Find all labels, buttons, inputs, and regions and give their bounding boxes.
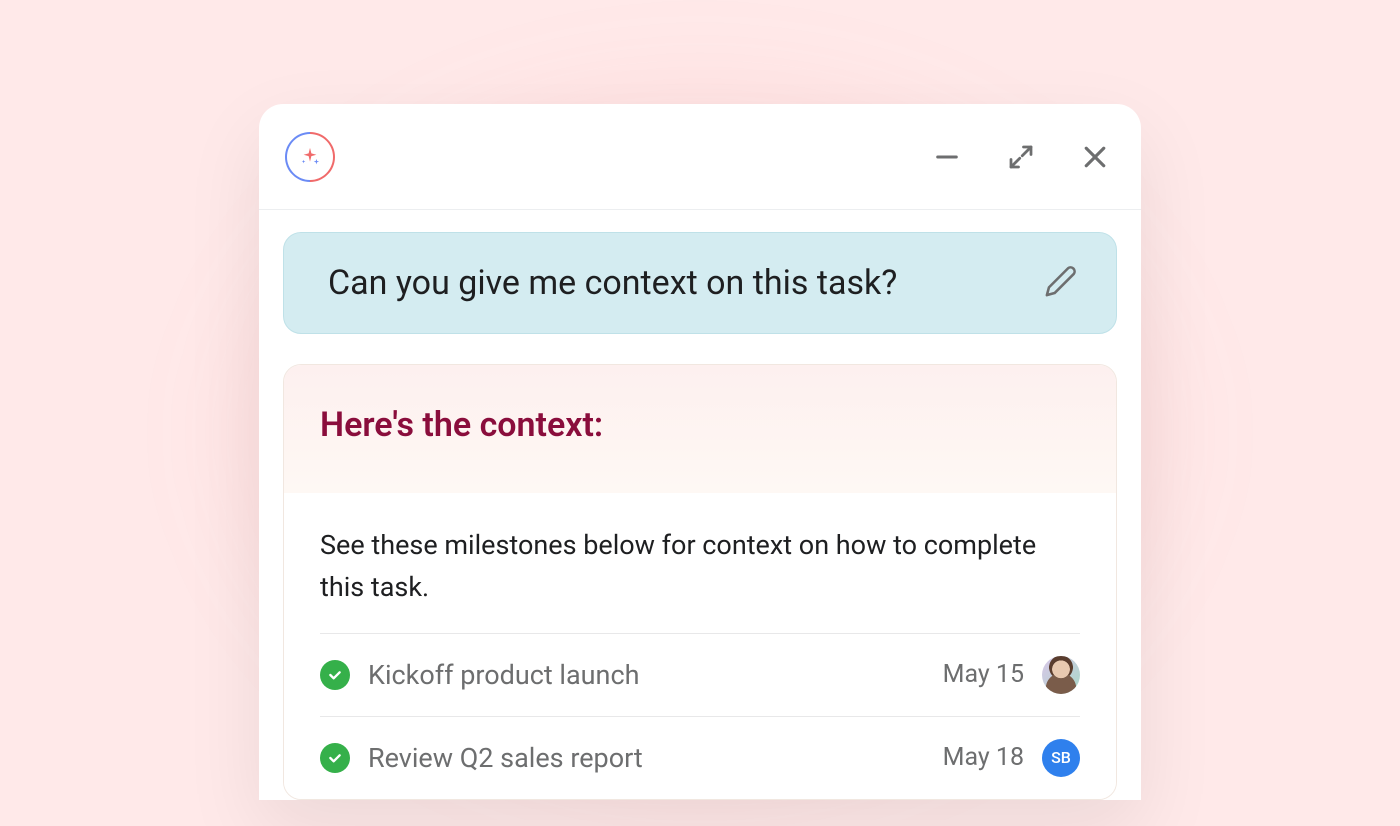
ai-response-card: Here's the context: See these milestones… (283, 364, 1117, 800)
user-query-box: Can you give me context on this task? (283, 232, 1117, 334)
minimize-button[interactable] (931, 141, 963, 173)
minimize-icon (933, 143, 961, 171)
response-title: Here's the context: (320, 405, 1080, 445)
assignee-avatar[interactable]: SB (1042, 739, 1080, 777)
check-complete-icon (320, 743, 350, 773)
window-controls (931, 141, 1111, 173)
assignee-avatar[interactable] (1042, 656, 1080, 694)
pencil-icon (1044, 264, 1078, 298)
milestone-title: Kickoff product launch (368, 659, 925, 691)
sparkle-icon (299, 146, 321, 168)
close-button[interactable] (1079, 141, 1111, 173)
milestone-row[interactable]: Kickoff product launch May 15 (320, 633, 1080, 716)
milestone-date: May 15 (943, 660, 1024, 689)
expand-icon (1006, 142, 1036, 172)
milestone-date: May 18 (943, 743, 1024, 772)
response-header: Here's the context: (284, 365, 1116, 493)
response-body: See these milestones below for context o… (284, 493, 1116, 799)
ai-sparkle-badge (275, 121, 346, 192)
check-complete-icon (320, 660, 350, 690)
user-query-text: Can you give me context on this task? (328, 263, 1024, 303)
milestone-row[interactable]: Review Q2 sales report May 18 SB (320, 716, 1080, 799)
close-icon (1080, 142, 1110, 172)
edit-query-button[interactable] (1044, 264, 1078, 302)
expand-button[interactable] (1005, 141, 1037, 173)
response-description: See these milestones below for context o… (320, 525, 1080, 609)
milestone-title: Review Q2 sales report (368, 742, 925, 774)
titlebar (259, 104, 1141, 210)
ai-assistant-panel: Can you give me context on this task? He… (259, 104, 1141, 800)
